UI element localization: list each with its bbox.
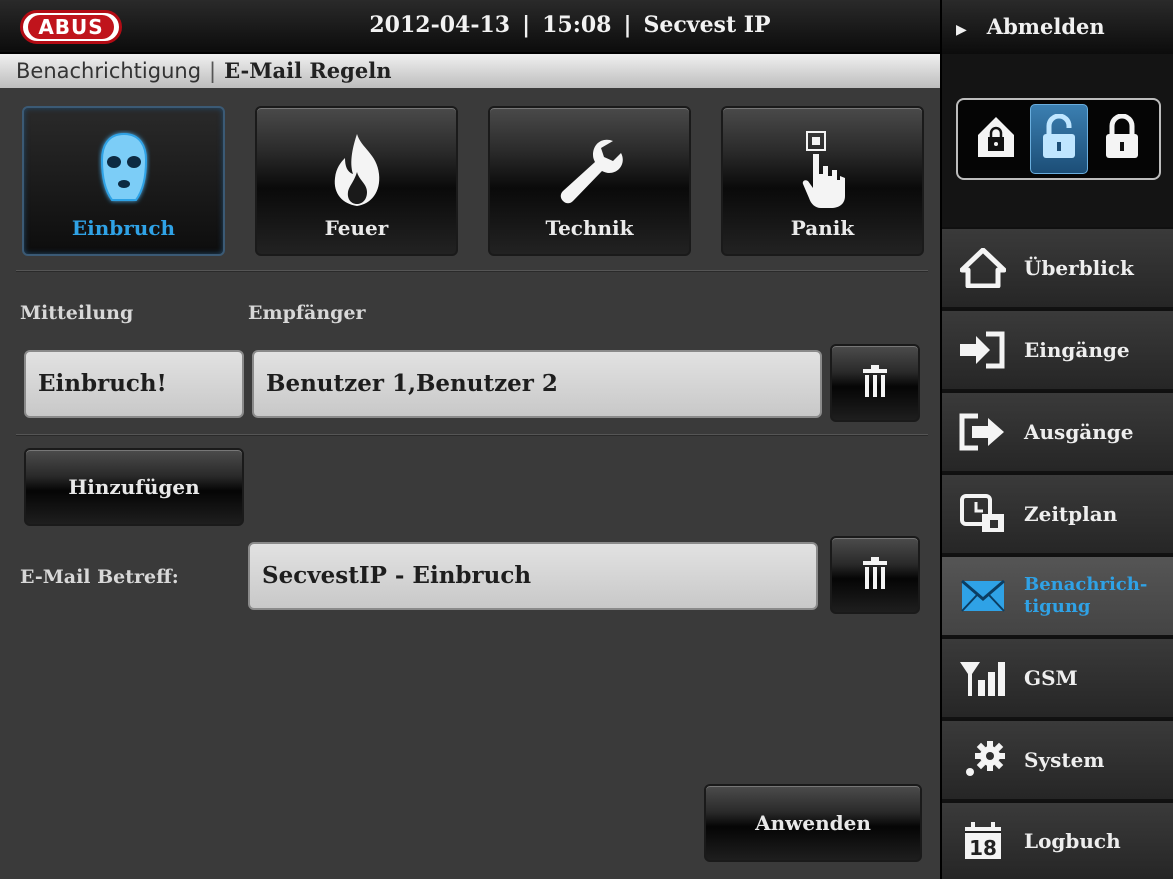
- message-column-label: Mitteilung: [20, 302, 134, 324]
- apply-button[interactable]: Anwenden: [704, 784, 922, 862]
- sidebar-item-ausgaenge[interactable]: Ausgänge: [942, 391, 1173, 471]
- arming-selector: [956, 98, 1161, 180]
- subject-field[interactable]: SecvestIP - Einbruch: [248, 542, 818, 610]
- fire-icon: [257, 130, 456, 210]
- logout-button[interactable]: ▶ Abmelden: [942, 0, 1173, 54]
- delete-subject-button[interactable]: [830, 536, 920, 614]
- status-line: 2012-04-13 | 15:08 | Secvest IP: [369, 12, 771, 38]
- partial-arm-button[interactable]: [967, 104, 1025, 174]
- divider: [16, 270, 928, 272]
- full-arm-button[interactable]: [1093, 104, 1151, 174]
- calendar-day-text: 18: [969, 836, 997, 860]
- arming-panel: [942, 54, 1173, 229]
- subject-label: E-Mail Betreff:: [20, 566, 179, 588]
- recipient-field[interactable]: Benutzer 1,Benutzer 2: [252, 350, 822, 418]
- time-text: 15:08: [542, 12, 612, 38]
- add-button[interactable]: Hinzufügen: [24, 448, 244, 526]
- top-bar: ABUS 2012-04-13 | 15:08 | Secvest IP: [0, 0, 940, 54]
- signal-icon: [942, 658, 1024, 698]
- category-button-technik[interactable]: Technik: [488, 106, 691, 256]
- sidebar-item-benachrichtigung[interactable]: Benachrich- tigung: [942, 555, 1173, 635]
- burglar-mask-icon: [24, 130, 223, 210]
- breadcrumb: Benachrichtigung | E-Mail Regeln: [0, 54, 940, 88]
- sidebar-item-logbuch[interactable]: 18 Logbuch: [942, 801, 1173, 879]
- house-icon: [942, 248, 1024, 288]
- message-field[interactable]: Einbruch!: [24, 350, 244, 418]
- abus-logo: ABUS: [20, 10, 122, 44]
- breadcrumb-parent[interactable]: Benachrichtigung: [16, 59, 201, 83]
- delete-rule-button[interactable]: [830, 344, 920, 422]
- category-label: Feuer: [324, 216, 389, 240]
- device-name: Secvest IP: [643, 12, 771, 38]
- sidebar: ▶ Abmelden Überblick Eingänge Ausgänge Z…: [940, 0, 1173, 879]
- sidebar-item-gsm[interactable]: GSM: [942, 637, 1173, 717]
- date-text: 2012-04-13: [369, 12, 511, 38]
- arrow-right-icon: ▶: [956, 22, 967, 38]
- category-label: Einbruch: [71, 216, 176, 240]
- category-label: Technik: [545, 216, 634, 240]
- panic-button-icon: [723, 130, 922, 210]
- recipient-column-label: Empfänger: [248, 302, 366, 324]
- house-lock-icon: [976, 115, 1016, 163]
- category-label: Panik: [790, 216, 855, 240]
- wrench-icon: [490, 130, 689, 210]
- schedule-icon: [942, 494, 1024, 534]
- sidebar-item-system[interactable]: System: [942, 719, 1173, 799]
- trash-icon: [863, 364, 887, 402]
- category-button-panik[interactable]: Panik: [721, 106, 924, 256]
- category-button-feuer[interactable]: Feuer: [255, 106, 458, 256]
- locked-padlock-icon: [1104, 113, 1140, 164]
- unlocked-padlock-icon: [1041, 113, 1077, 164]
- gears-icon: [942, 740, 1024, 780]
- divider: [16, 434, 928, 436]
- sidebar-item-ueberblick[interactable]: Überblick: [942, 227, 1173, 307]
- envelope-icon: [942, 579, 1024, 613]
- calendar-icon: 18: [942, 821, 1024, 861]
- sidebar-item-label: Benachrich- tigung: [1024, 574, 1148, 617]
- trash-icon: [863, 556, 887, 594]
- sidebar-item-eingaenge[interactable]: Eingänge: [942, 309, 1173, 389]
- breadcrumb-current: E-Mail Regeln: [224, 58, 392, 83]
- category-button-einbruch[interactable]: Einbruch: [22, 106, 225, 256]
- main-content: Einbruch Feuer Technik Panik Mitteilung …: [0, 88, 940, 879]
- disarm-button[interactable]: [1029, 104, 1088, 174]
- exit-icon: [942, 412, 1024, 452]
- entrance-icon: [942, 330, 1024, 370]
- sidebar-item-zeitplan[interactable]: Zeitplan: [942, 473, 1173, 553]
